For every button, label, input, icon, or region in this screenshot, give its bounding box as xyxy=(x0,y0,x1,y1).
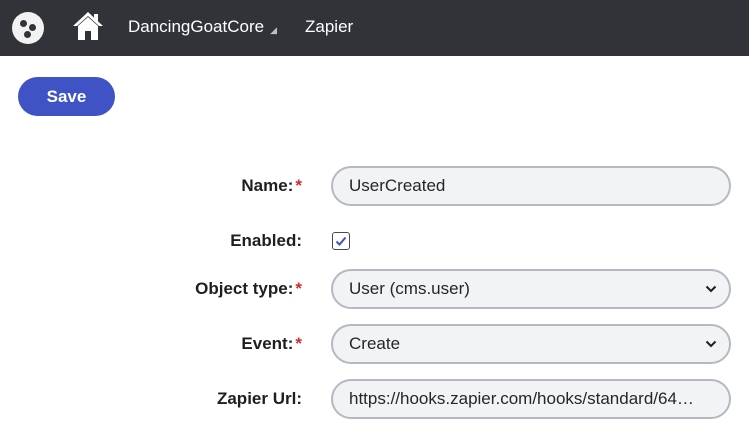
required-mark: * xyxy=(295,176,302,195)
object-type-label-text: Object type: xyxy=(195,279,294,298)
object-type-select[interactable]: User (cms.user) xyxy=(331,269,731,309)
enabled-label-text: Enabled: xyxy=(230,231,302,250)
event-label: Event: * xyxy=(241,324,302,364)
event-row: Event: * Create xyxy=(0,324,749,364)
breadcrumb-current-page: Zapier xyxy=(305,17,354,36)
top-navigation-bar: DancingGoatCore ◢ Zapier xyxy=(0,0,749,56)
zapier-url-label: Zapier Url: xyxy=(217,379,302,419)
object-type-row: Object type: * User (cms.user) xyxy=(0,269,749,309)
event-value: Create xyxy=(349,334,401,353)
zapier-url-label-text: Zapier Url: xyxy=(216,389,302,408)
app-menu-icon[interactable] xyxy=(12,12,44,44)
object-type-label: Object type: * xyxy=(195,269,302,309)
required-mark: * xyxy=(295,334,302,353)
name-row: Name: * UserCreated xyxy=(0,166,749,206)
chevron-down-icon xyxy=(705,285,717,293)
site-name: DancingGoatCore xyxy=(128,17,265,36)
zapier-url-row: Zapier Url: https://hooks.zapier.com/hoo… xyxy=(0,379,749,419)
home-icon[interactable] xyxy=(71,10,105,42)
enabled-row: Enabled: xyxy=(0,221,749,261)
event-select[interactable]: Create xyxy=(331,324,731,364)
site-switcher[interactable]: DancingGoatCore ◢ xyxy=(128,17,277,37)
caret-down-icon: ◢ xyxy=(270,24,277,35)
name-label: Name: * xyxy=(241,166,302,206)
checkmark-icon xyxy=(335,236,347,246)
name-label-text: Name: xyxy=(241,176,294,195)
zapier-url-input[interactable]: https://hooks.zapier.com/hooks/standard/… xyxy=(331,379,731,419)
event-label-text: Event: xyxy=(241,334,294,353)
enabled-label: Enabled: xyxy=(230,221,302,261)
enabled-checkbox[interactable] xyxy=(332,232,350,250)
chevron-down-icon xyxy=(705,340,717,348)
object-type-value: User (cms.user) xyxy=(349,279,470,298)
name-input[interactable]: UserCreated xyxy=(331,166,731,206)
save-button[interactable]: Save xyxy=(18,77,115,116)
required-mark: * xyxy=(295,279,302,298)
